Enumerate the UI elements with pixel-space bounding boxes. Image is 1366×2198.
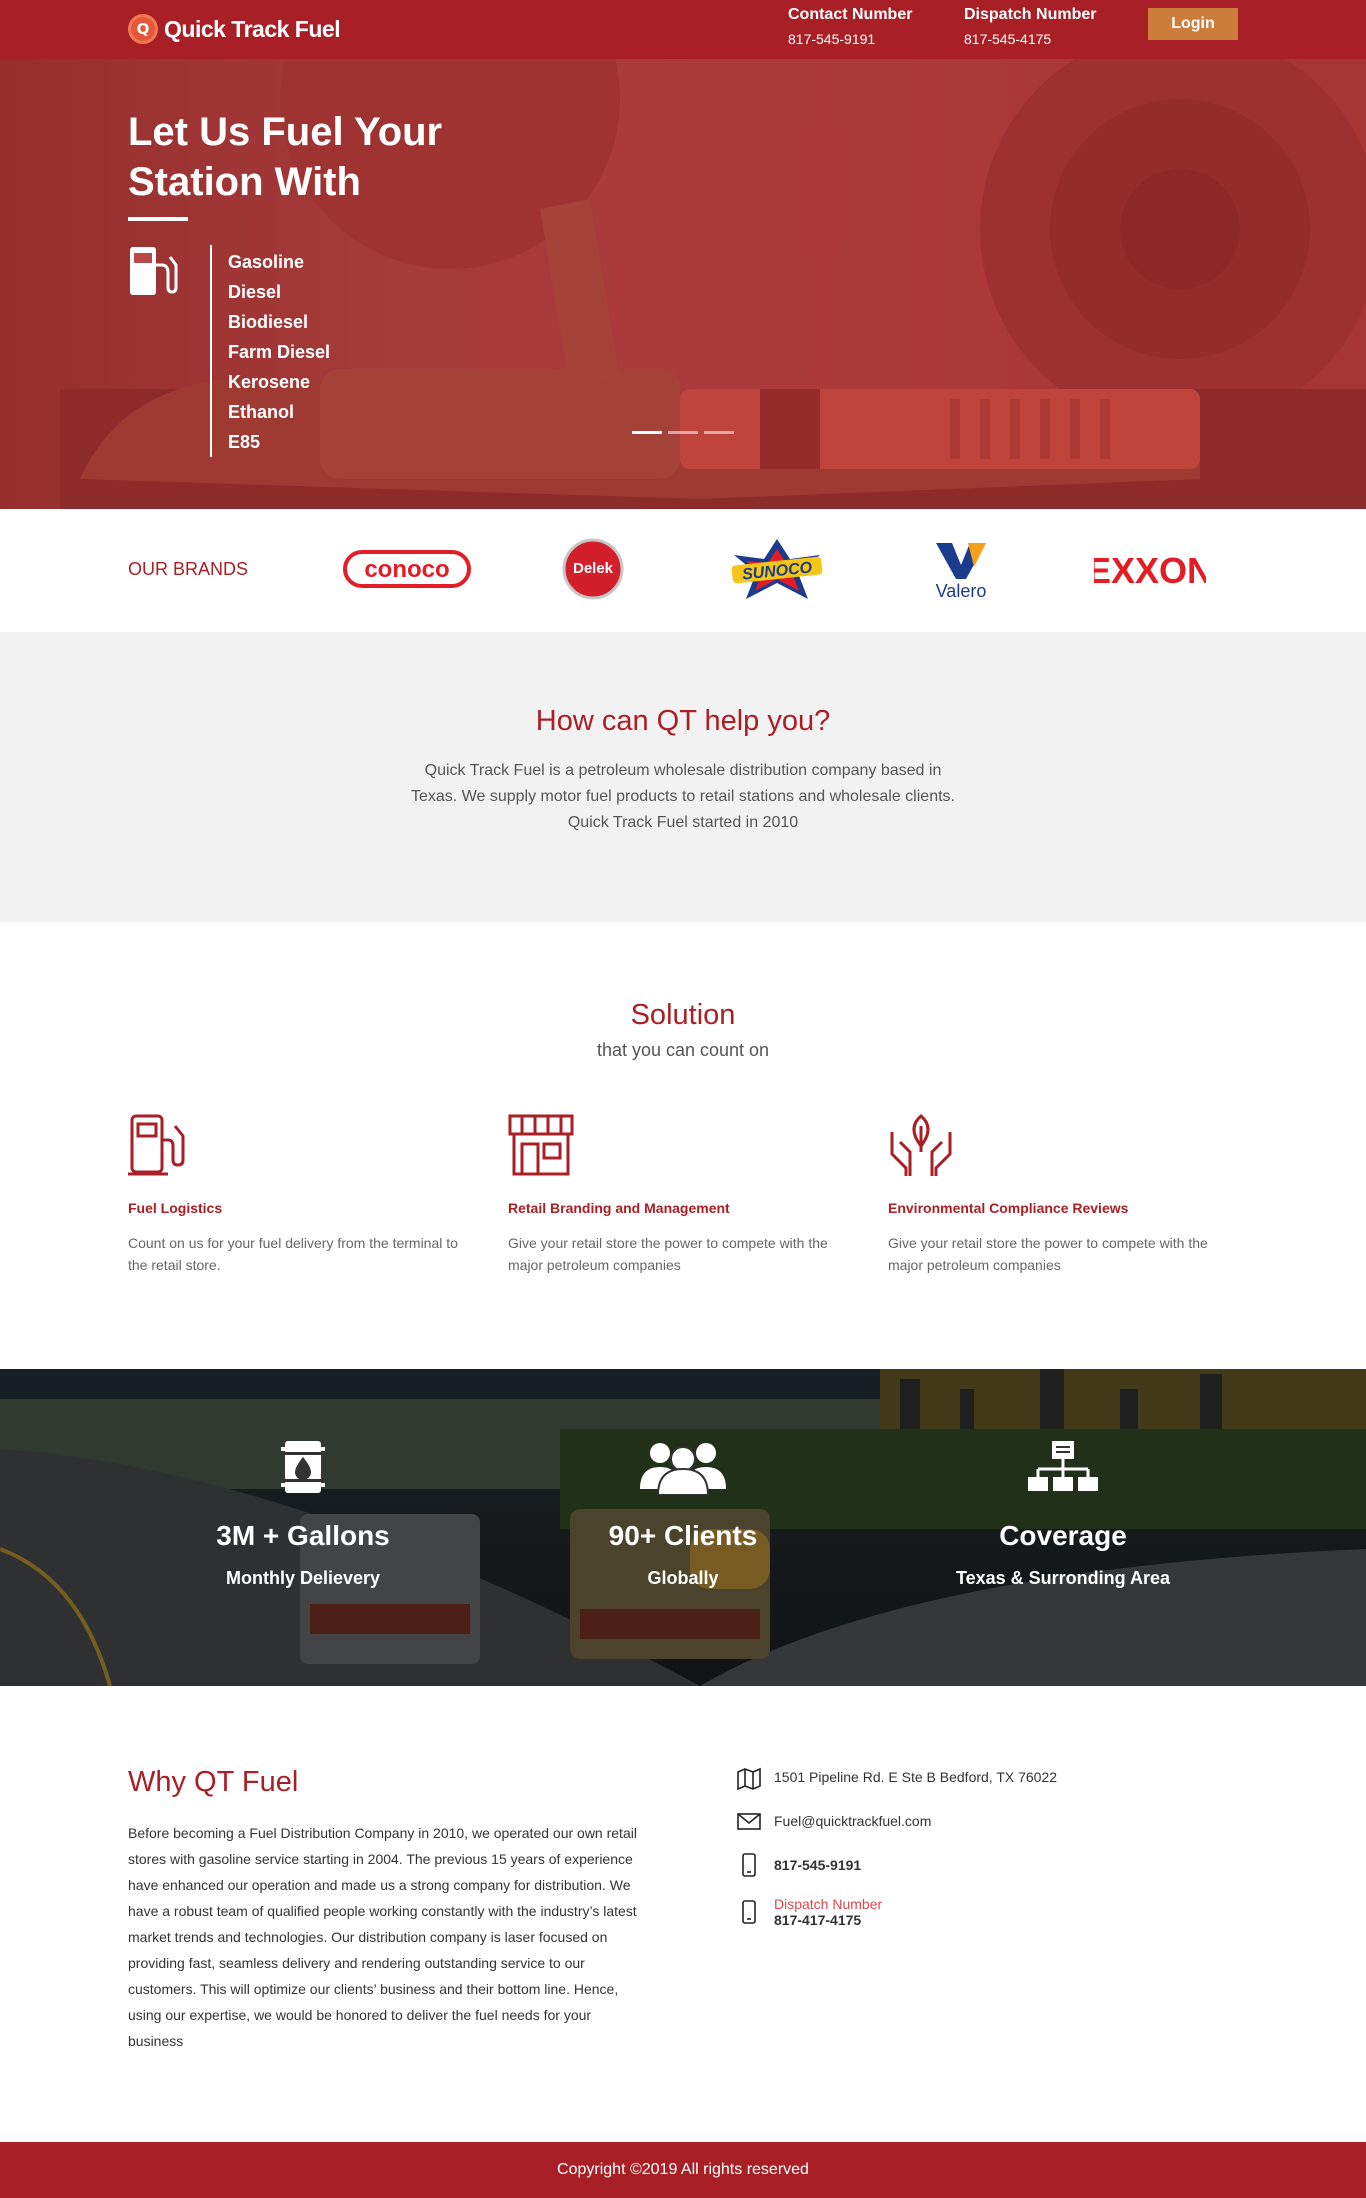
solution-item-text: Give your retail store the power to comp… xyxy=(508,1235,828,1273)
brand-logo-exxon: EXXON xyxy=(1094,537,1206,601)
leaf-hands-icon xyxy=(890,1114,952,1176)
address-row: 1501 Pipeline Rd. E Ste B Bedford, TX 76… xyxy=(736,1764,1057,1790)
fuel-item: Biodiesel xyxy=(228,312,309,332)
hero-title: Let Us Fuel Your Station With xyxy=(128,110,443,204)
hero-banner: Let Us Fuel Your Station With Gasoline D… xyxy=(0,59,1366,509)
contact-number-link[interactable]: 817-545-9191 xyxy=(788,31,912,47)
dispatch-label: Dispatch Number xyxy=(774,1896,883,1912)
stat-value: Coverage xyxy=(999,1520,1127,1551)
solution-item-title: Environmental Compliance Reviews xyxy=(888,1200,1129,1216)
stat-label: Globally xyxy=(647,1568,719,1588)
stat-coverage: Coverage Texas & Surronding Area xyxy=(873,1439,1253,1589)
phone-link[interactable]: 817-545-9191 xyxy=(774,1857,861,1873)
svg-text:conoco: conoco xyxy=(364,556,449,583)
fuel-item: Farm Diesel xyxy=(228,342,331,362)
solution-title: Solution xyxy=(630,999,736,1031)
brand-logo-conoco: conoco xyxy=(340,537,474,601)
login-button[interactable]: Login xyxy=(1148,8,1238,40)
site-logo[interactable]: Q Quick Track Fuel xyxy=(128,14,341,44)
carousel-dot-2[interactable] xyxy=(668,431,698,434)
fuel-item: Gasoline xyxy=(228,252,305,272)
hero-content: Let Us Fuel Your Station With Gasoline D… xyxy=(128,107,488,457)
solution-subtitle: that you can count on xyxy=(596,1040,770,1060)
solution-item-fuel-logistics: Fuel Logistics Count on us for your fuel… xyxy=(128,1112,468,1276)
hero-body: Gasoline Diesel Biodiesel Farm Diesel Ke… xyxy=(128,245,488,457)
fuel-pump-icon xyxy=(128,1114,185,1176)
logo-text: Quick Track Fuel xyxy=(164,15,341,42)
brand-logo-delek: Delek xyxy=(560,537,626,601)
help-section: How can QT help you? Quick Track Fuel is… xyxy=(0,632,1366,922)
stat-gallons: 3M + Gallons Monthly Delievery xyxy=(113,1439,493,1589)
fuel-item: Kerosene xyxy=(228,372,311,392)
dispatch-phone-link[interactable]: 817-417-4175 xyxy=(774,1912,882,1928)
svg-text:Delek: Delek xyxy=(573,560,614,577)
map-icon xyxy=(737,1767,761,1790)
svg-text:EXXON: EXXON xyxy=(1094,550,1206,591)
brand-logo-valero: Valero xyxy=(918,537,1004,601)
brand-logo-sunoco: SUNOCO xyxy=(722,537,832,601)
fuel-item: Ethanol xyxy=(228,402,294,422)
stat-value: 3M + Gallons xyxy=(216,1520,390,1551)
carousel-indicators xyxy=(632,431,734,434)
dispatch-number-link[interactable]: 817-545-4175 xyxy=(964,31,1096,47)
why-text: Before becoming a Fuel Distribution Comp… xyxy=(128,1825,637,2049)
mobile-phone-icon xyxy=(742,1853,756,1877)
phone-row: 817-545-9191 xyxy=(736,1852,861,1878)
site-footer: Copyright ©2019 All rights reserved xyxy=(0,2142,1366,2198)
solution-item-title: Fuel Logistics xyxy=(128,1200,223,1216)
contact-number-block: Contact Number 817-545-9191 xyxy=(788,6,912,47)
hero-divider xyxy=(128,217,188,221)
solution-item-text: Give your retail store the power to comp… xyxy=(888,1235,1208,1273)
site-header: Q Quick Track Fuel Contact Number 817-54… xyxy=(0,0,1366,59)
email-link[interactable]: Fuel@quicktrackfuel.com xyxy=(774,1813,931,1829)
stat-label: Texas & Surronding Area xyxy=(955,1568,1171,1588)
dispatch-row: Dispatch Number 817-417-4175 xyxy=(736,1896,882,1928)
solution-item-retail-branding: Retail Branding and Management Give your… xyxy=(508,1112,848,1276)
fuel-item: Diesel xyxy=(228,282,282,302)
carousel-dot-3[interactable] xyxy=(704,431,734,434)
solution-section: Solution that you can count on Fuel Logi… xyxy=(0,922,1366,1369)
brands-strip: OUR BRANDS conoco Delek SUNOCO Valero EX… xyxy=(0,509,1366,632)
why-title: Why QT Fuel xyxy=(128,1766,299,1798)
group-icon xyxy=(640,1443,726,1496)
fuel-list: Gasoline Diesel Biodiesel Farm Diesel Ke… xyxy=(210,245,330,457)
why-section: Why QT Fuel Before becoming a Fuel Distr… xyxy=(0,1686,1366,2142)
address-text: 1501 Pipeline Rd. E Ste B Bedford, TX 76… xyxy=(774,1769,1058,1785)
copyright-text: Copyright ©2019 All rights reserved xyxy=(557,2161,809,2178)
contact-label: Contact Number xyxy=(788,6,913,23)
stat-label: Monthly Delievery xyxy=(225,1568,381,1588)
svg-text:Valero: Valero xyxy=(936,581,987,601)
fuel-pump-icon xyxy=(130,247,178,295)
stat-value: 90+ Clients xyxy=(608,1520,758,1551)
help-title: How can QT help you? xyxy=(535,705,831,737)
stats-section: 3M + Gallons Monthly Delievery 90+ Clien… xyxy=(0,1369,1366,1686)
stat-clients: 90+ Clients Globally xyxy=(493,1439,873,1589)
storefront-icon xyxy=(508,1114,574,1176)
network-icon xyxy=(1028,1441,1098,1491)
solution-item-environmental: Environmental Compliance Reviews Give yo… xyxy=(888,1112,1228,1276)
dispatch-label: Dispatch Number xyxy=(964,6,1097,23)
mobile-phone-icon xyxy=(742,1900,756,1924)
envelope-icon xyxy=(737,1813,761,1830)
oil-barrel-icon xyxy=(281,1441,325,1493)
dispatch-number-block: Dispatch Number 817-545-4175 xyxy=(964,6,1096,47)
brands-label: OUR BRANDS xyxy=(128,559,249,579)
fuel-item: E85 xyxy=(228,432,261,452)
carousel-dot-1[interactable] xyxy=(632,431,662,434)
solution-item-text: Count on us for your fuel delivery from … xyxy=(128,1235,458,1273)
help-text: Quick Track Fuel is a petroleum wholesal… xyxy=(411,762,955,831)
solution-item-title: Retail Branding and Management xyxy=(508,1200,730,1216)
logo-icon: Q xyxy=(128,14,158,44)
email-row: Fuel@quicktrackfuel.com xyxy=(736,1808,931,1834)
